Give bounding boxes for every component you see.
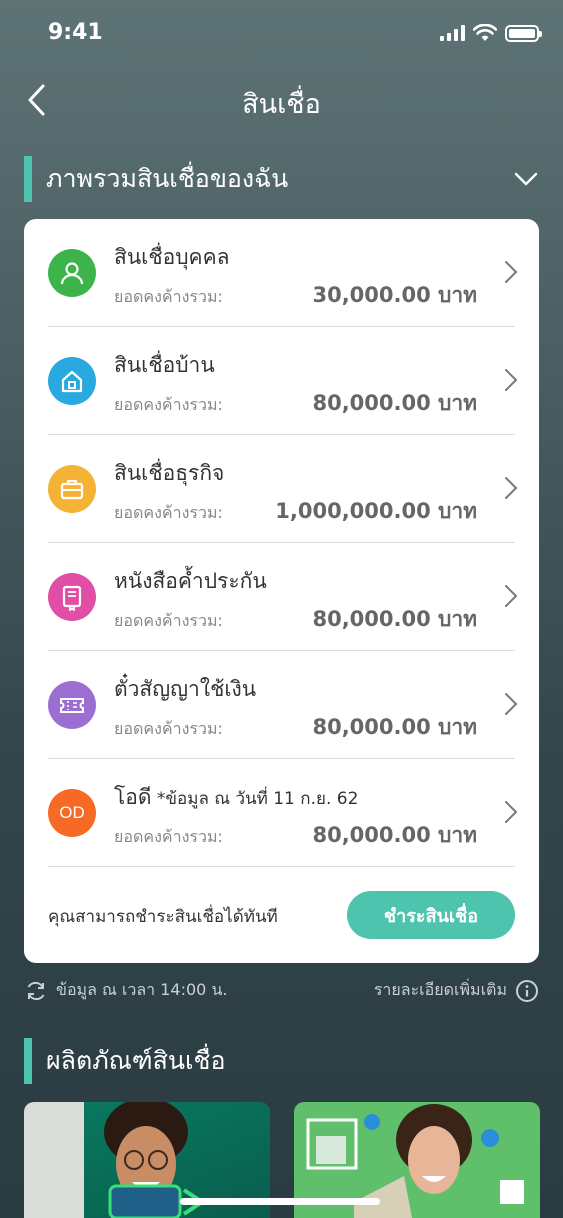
info-row: ข้อมูล ณ เวลา 14:00 น. รายละเอียดเพิ่มเต…: [24, 976, 539, 1004]
accent-bar: [24, 156, 32, 202]
overview-title: ภาพรวมสินเชื่อของฉัน: [46, 164, 289, 193]
loan-row-overdraft[interactable]: OD โอดี *ข้อมูล ณ วันที่ 11 ก.ย. 62 ยอดค…: [24, 759, 539, 867]
loan-name: สินเชื่อบ้าน: [114, 353, 215, 377]
loan-row-personal[interactable]: สินเชื่อบุคคล ยอดคงค้างรวม: 30,000.00 บา…: [24, 219, 539, 327]
outstanding-value: 80,000.00 บาท: [312, 607, 477, 631]
briefcase-icon: [48, 465, 96, 513]
ticket-icon: [48, 681, 96, 729]
outstanding-label: ยอดคงค้างรวม:: [114, 503, 223, 522]
outstanding-label: ยอดคงค้างรวม:: [114, 287, 223, 306]
loan-row-home[interactable]: สินเชื่อบ้าน ยอดคงค้างรวม: 80,000.00 บาท: [24, 327, 539, 435]
loan-name: หนังสือค้ำประกัน: [114, 569, 267, 593]
outstanding-value: 1,000,000.00 บาท: [275, 499, 477, 523]
certificate-icon: [48, 573, 96, 621]
chevron-right-icon: [505, 693, 518, 715]
outstanding-label: ยอดคงค้างรวม:: [114, 395, 223, 414]
loan-overview-card: สินเชื่อบุคคล ยอดคงค้างรวม: 30,000.00 บา…: [24, 219, 539, 963]
battery-icon: [505, 24, 542, 42]
pay-row: คุณสามารถชำระสินเชื่อได้ทันที ชำระสินเชื…: [24, 867, 539, 963]
status-bar: 9:41: [0, 0, 563, 70]
outstanding-value: 30,000.00 บาท: [312, 283, 477, 307]
updated-time: ข้อมูล ณ เวลา 14:00 น.: [56, 980, 228, 999]
outstanding-label: ยอดคงค้างรวม:: [114, 611, 223, 630]
outstanding-label: ยอดคงค้างรวม:: [114, 719, 223, 738]
pay-text: คุณสามารถชำระสินเชื่อได้ทันที: [48, 907, 278, 927]
status-icons: [440, 24, 542, 42]
person-icon: [48, 249, 96, 297]
chevron-right-icon: [505, 585, 518, 607]
page-title: สินเชื่อ: [242, 89, 321, 120]
overview-section-header[interactable]: ภาพรวมสินเชื่อของฉัน: [24, 156, 288, 202]
loan-name: ตั๋วสัญญาใช้เงิน: [114, 677, 257, 701]
outstanding-label: ยอดคงค้างรวม:: [114, 827, 223, 846]
loan-row-promissory-note[interactable]: ตั๋วสัญญาใช้เงิน ยอดคงค้างรวม: 80,000.00…: [24, 651, 539, 759]
loan-name: โอดี *ข้อมูล ณ วันที่ 11 ก.ย. 62: [114, 785, 359, 809]
wifi-icon: [473, 24, 497, 41]
info-icon: [516, 979, 538, 1002]
more-details-link[interactable]: รายละเอียดเพิ่มเติม: [374, 978, 539, 1003]
outstanding-value: 80,000.00 บาท: [312, 391, 477, 415]
loan-row-guarantee[interactable]: หนังสือค้ำประกัน ยอดคงค้างรวม: 80,000.00…: [24, 543, 539, 651]
chevron-right-icon: [505, 801, 518, 823]
products-section-header: ผลิตภัณฑ์สินเชื่อ: [24, 1038, 226, 1084]
house-icon: [48, 357, 96, 405]
accent-bar: [24, 1038, 32, 1084]
chevron-right-icon: [505, 261, 518, 283]
nav-bar: สินเชื่อ: [0, 70, 563, 130]
more-details-label: รายละเอียดเพิ่มเติม: [373, 980, 507, 999]
refresh-area[interactable]: ข้อมูล ณ เวลา 14:00 น.: [24, 978, 227, 1003]
status-time: 9:41: [48, 20, 103, 45]
home-indicator: [180, 1198, 380, 1205]
pay-loan-button[interactable]: ชำระสินเชื่อ: [347, 891, 515, 939]
od-icon: OD: [48, 789, 96, 837]
outstanding-value: 80,000.00 บาท: [312, 823, 477, 847]
chevron-right-icon: [505, 369, 518, 391]
signal-icon: [440, 25, 465, 41]
loan-name: สินเชื่อธุรกิจ: [114, 461, 225, 485]
products-title: ผลิตภัณฑ์สินเชื่อ: [46, 1046, 226, 1075]
refresh-icon[interactable]: [24, 979, 48, 1003]
chevron-right-icon: [505, 477, 518, 499]
loan-row-business[interactable]: สินเชื่อธุรกิจ ยอดคงค้างรวม: 1,000,000.0…: [24, 435, 539, 543]
loan-name: สินเชื่อบุคคล: [114, 245, 230, 269]
chevron-down-icon[interactable]: [513, 166, 539, 192]
outstanding-value: 80,000.00 บาท: [312, 715, 477, 739]
